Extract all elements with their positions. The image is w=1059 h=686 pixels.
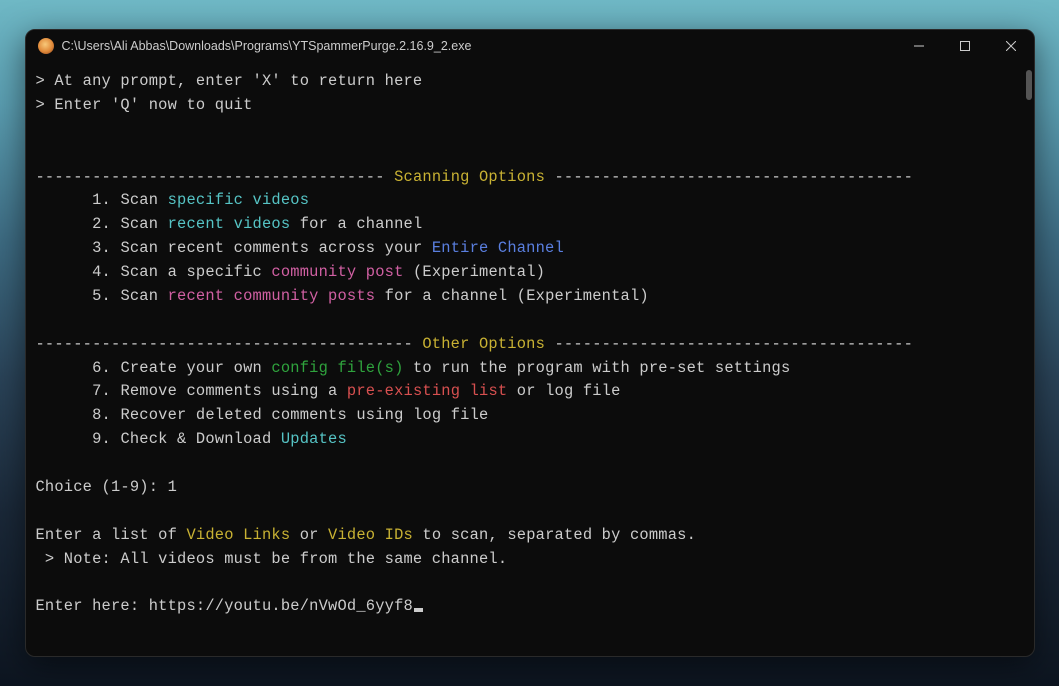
terminal-window: C:\Users\Ali Abbas\Downloads\Programs\YT… xyxy=(25,29,1035,657)
section-rule: ----------------------------------------… xyxy=(36,333,1024,357)
blank-line xyxy=(36,142,1024,166)
section-rule: ------------------------------------- Sc… xyxy=(36,166,1024,190)
section-title-scanning: Scanning Options xyxy=(385,168,555,186)
cursor-icon xyxy=(414,608,423,612)
menu-option-5: 5. Scan recent community posts for a cha… xyxy=(36,285,1024,309)
terminal-body[interactable]: > At any prompt, enter 'X' to return her… xyxy=(26,62,1034,656)
hint-line: > Enter 'Q' now to quit xyxy=(36,94,1024,118)
app-icon xyxy=(38,38,54,54)
close-button[interactable] xyxy=(988,30,1034,62)
input-value: https://youtu.be/nVwOd_6yyf8 xyxy=(149,597,413,615)
maximize-button[interactable] xyxy=(942,30,988,62)
input-label: Enter here: xyxy=(36,597,149,615)
maximize-icon xyxy=(960,41,970,51)
menu-option-7: 7. Remove comments using a pre-existing … xyxy=(36,380,1024,404)
instruction-line: Enter a list of Video Links or Video IDs… xyxy=(36,524,1024,548)
menu-option-1: 1. Scan specific videos xyxy=(36,189,1024,213)
menu-option-9: 9. Check & Download Updates xyxy=(36,428,1024,452)
blank-line xyxy=(36,309,1024,333)
menu-option-2: 2. Scan recent videos for a channel xyxy=(36,213,1024,237)
choice-value: 1 xyxy=(168,478,177,496)
note-line: > Note: All videos must be from the same… xyxy=(36,548,1024,572)
titlebar[interactable]: C:\Users\Ali Abbas\Downloads\Programs\YT… xyxy=(26,30,1034,62)
window-controls xyxy=(896,30,1034,62)
menu-option-8: 8. Recover deleted comments using log fi… xyxy=(36,404,1024,428)
menu-option-6: 6. Create your own config file(s) to run… xyxy=(36,357,1024,381)
section-title-other: Other Options xyxy=(413,335,555,353)
menu-option-4: 4. Scan a specific community post (Exper… xyxy=(36,261,1024,285)
menu-option-3: 3. Scan recent comments across your Enti… xyxy=(36,237,1024,261)
blank-line xyxy=(36,571,1024,595)
blank-line xyxy=(36,500,1024,524)
choice-prompt: Choice (1-9): 1 xyxy=(36,476,1024,500)
scrollbar-thumb[interactable] xyxy=(1026,70,1032,100)
hint-line: > At any prompt, enter 'X' to return her… xyxy=(36,70,1024,94)
blank-line xyxy=(36,452,1024,476)
blank-line xyxy=(36,118,1024,142)
minimize-icon xyxy=(914,41,924,51)
close-icon xyxy=(1006,41,1016,51)
input-line[interactable]: Enter here: https://youtu.be/nVwOd_6yyf8 xyxy=(36,595,1024,619)
minimize-button[interactable] xyxy=(896,30,942,62)
window-title: C:\Users\Ali Abbas\Downloads\Programs\YT… xyxy=(62,39,896,53)
